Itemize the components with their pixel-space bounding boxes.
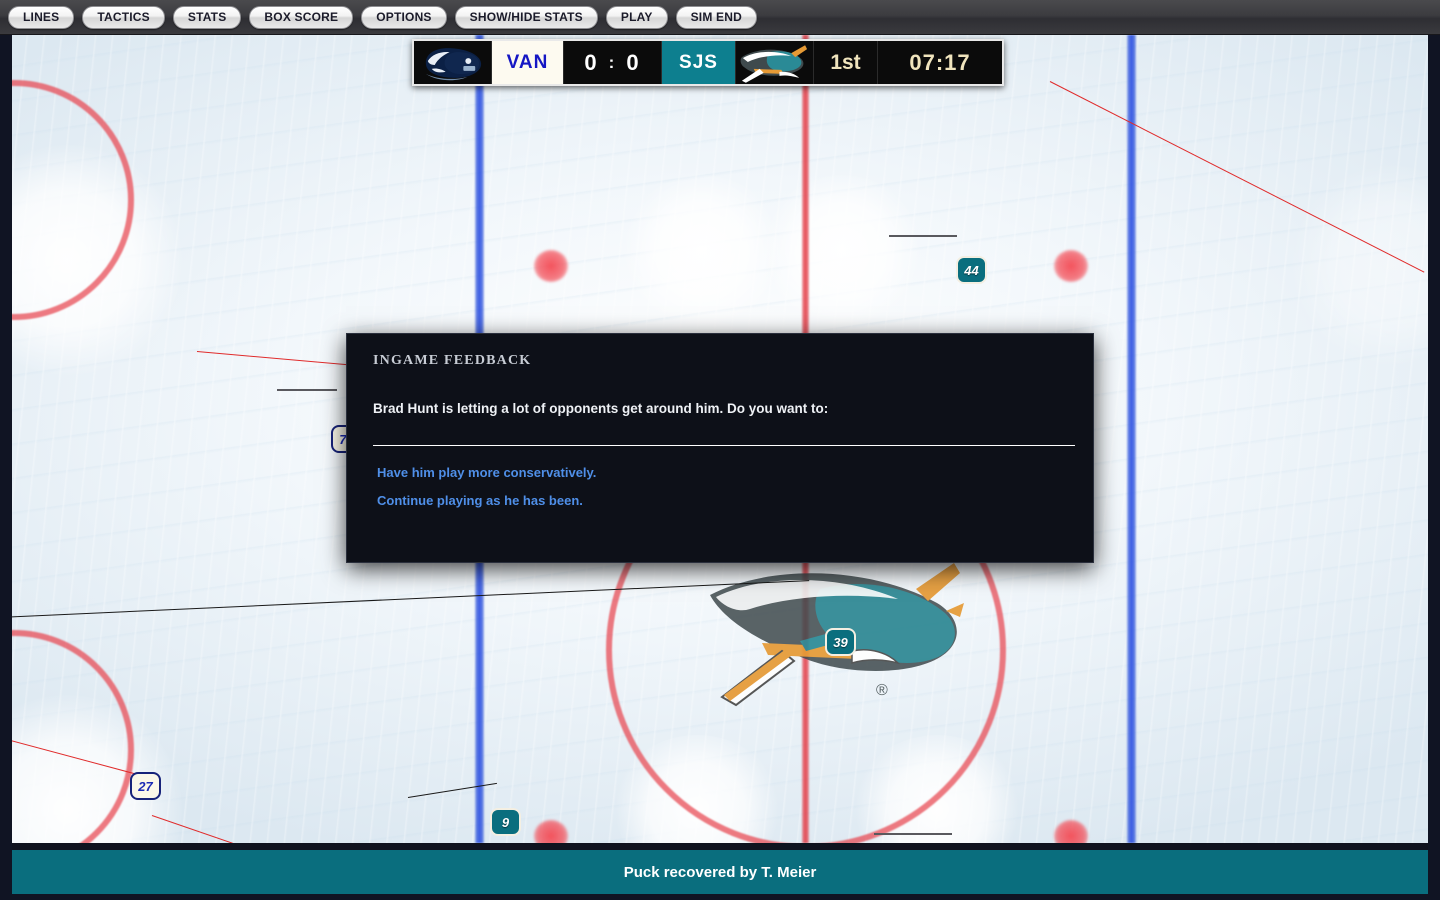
dialog-separator xyxy=(373,445,1075,446)
stats-button[interactable]: STATS xyxy=(172,5,242,29)
faceoff-dot xyxy=(534,250,568,282)
top-toolbar: LINES TACTICS STATS BOX SCORE OPTIONS SHOW/HI… xyxy=(0,0,1440,35)
light-bloom xyxy=(12,145,182,375)
home-team-logo xyxy=(736,41,814,84)
dialog-message: Brad Hunt is letting a lot of opponents … xyxy=(373,401,829,416)
dialog-option-list: Have him play more conservatively. Contin… xyxy=(373,465,1067,508)
tactics-button[interactable]: TACTICS xyxy=(82,5,165,29)
player-token-27[interactable]: 27 xyxy=(130,772,161,800)
trajectory-ray xyxy=(12,580,810,618)
play-by-play-status-bar: Puck recovered by T. Meier xyxy=(12,850,1428,894)
score-separator: : xyxy=(608,52,617,72)
away-team-logo xyxy=(414,41,492,84)
box-score-button[interactable]: BOX SCORE xyxy=(249,5,354,29)
home-team-abbr: SJS xyxy=(662,41,736,84)
trajectory-ray xyxy=(1049,81,1425,273)
home-score: 0 xyxy=(626,49,641,75)
blue-line-right xyxy=(1126,35,1137,843)
game-screen: LINES TACTICS STATS BOX SCORE OPTIONS SHOW/HI… xyxy=(0,0,1440,900)
ingame-feedback-dialog: INGAME FEEDBACK Brad Hunt is letting a l… xyxy=(346,333,1094,563)
right-edge xyxy=(1428,35,1440,900)
bottom-edge xyxy=(0,894,1440,900)
light-bloom xyxy=(12,695,182,843)
player-token-44[interactable]: 44 xyxy=(956,256,987,284)
trajectory-ray xyxy=(874,833,952,835)
trajectory-ray xyxy=(196,351,357,366)
game-clock: 07:17 xyxy=(878,41,1002,84)
trajectory-ray xyxy=(889,235,957,237)
sim-end-button[interactable]: SIM END xyxy=(675,5,757,29)
faceoff-dot xyxy=(1054,820,1088,843)
faceoff-dot xyxy=(534,820,568,843)
faceoff-dot xyxy=(1054,250,1088,282)
light-bloom xyxy=(762,175,922,325)
period-display: 1st xyxy=(814,41,878,84)
player-token-9[interactable]: 9 xyxy=(490,808,521,836)
player-token-39[interactable]: 39 xyxy=(825,628,856,656)
play-button[interactable]: PLAY xyxy=(605,5,668,29)
faceoff-circle-top-left xyxy=(12,80,134,320)
trajectory-ray xyxy=(12,735,147,778)
trajectory-ray xyxy=(277,389,337,391)
trajectory-ray xyxy=(151,815,332,843)
light-bloom xyxy=(852,735,1022,843)
scoreboard: VAN 0 : 0 SJS 1st 07:17 xyxy=(412,39,1004,86)
trajectory-ray xyxy=(407,782,497,798)
svg-text:®: ® xyxy=(876,682,888,699)
options-button[interactable]: OPTIONS xyxy=(361,5,447,29)
show-hide-stats-button[interactable]: SHOW/HIDE STATS xyxy=(454,5,598,29)
away-score: 0 xyxy=(584,49,599,75)
left-edge xyxy=(0,35,12,900)
dialog-option-conservative[interactable]: Have him play more conservatively. xyxy=(377,465,596,480)
dialog-title: INGAME FEEDBACK xyxy=(373,353,532,368)
light-bloom xyxy=(1292,165,1428,365)
lines-button[interactable]: LINES xyxy=(8,5,75,29)
dialog-option-continue[interactable]: Continue playing as he has been. xyxy=(377,493,583,508)
away-team-abbr: VAN xyxy=(492,41,564,84)
faceoff-circle-bottom-left xyxy=(12,630,134,843)
light-bloom xyxy=(622,175,782,325)
light-bloom xyxy=(612,735,782,843)
score-display: 0 : 0 xyxy=(564,41,662,84)
